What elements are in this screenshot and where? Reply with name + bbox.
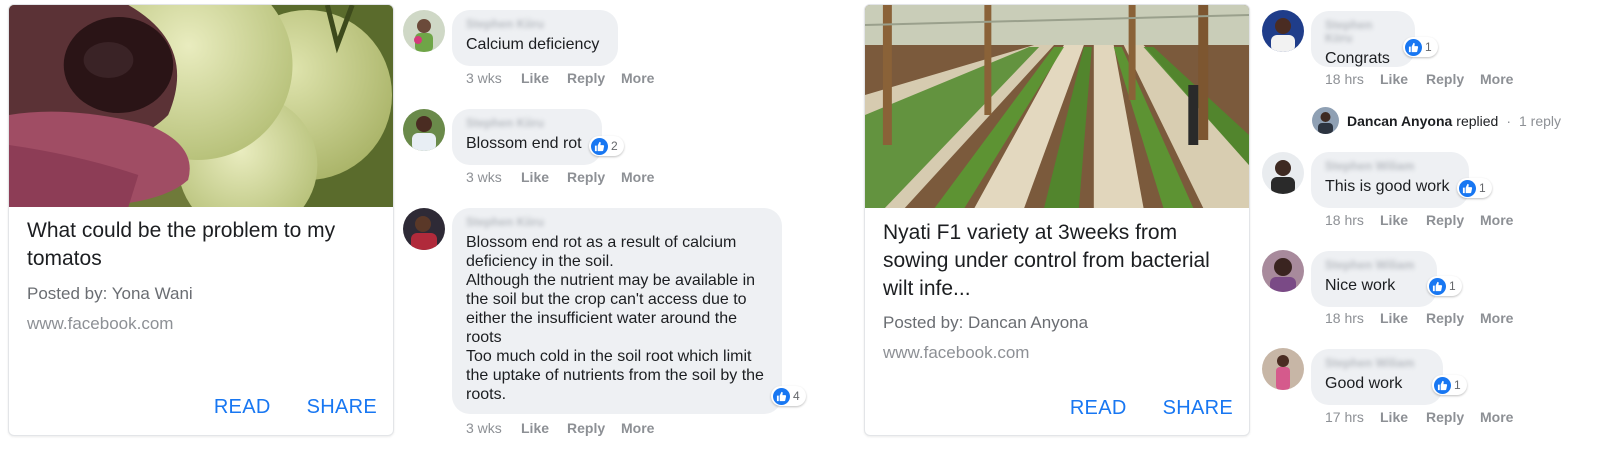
comment-text: Good work xyxy=(1325,375,1403,392)
comment-author[interactable]: Stephen Wiliam xyxy=(1325,357,1429,370)
comment-bubble: Stephen Kiiru Congrats xyxy=(1311,11,1415,67)
like-link[interactable]: Like xyxy=(521,70,567,86)
reply-author[interactable]: Dancan Anyona xyxy=(1347,113,1452,129)
comment-bubble: Stephen Wiliam Good work xyxy=(1311,349,1443,405)
reaction-count[interactable]: 1 xyxy=(1457,178,1492,198)
reply-link[interactable]: Reply xyxy=(1426,212,1480,228)
more-link[interactable]: More xyxy=(621,70,654,86)
like-link[interactable]: Like xyxy=(1380,212,1426,228)
comment-bubble: Stephen Kiiru Calcium deficiency xyxy=(452,10,618,66)
comment-time: 3 wks xyxy=(466,420,502,436)
reply-count[interactable]: 1 reply xyxy=(1519,113,1561,129)
comment-text: Blossom end rot xyxy=(466,135,582,152)
greenhouse-photo xyxy=(865,5,1249,208)
like-link[interactable]: Like xyxy=(1380,409,1426,425)
reaction-count[interactable]: 1 xyxy=(1403,37,1438,57)
comment-author[interactable]: Stephen Kiiru xyxy=(466,18,604,31)
commenter-avatar[interactable] xyxy=(1262,10,1304,52)
reply-avatar[interactable] xyxy=(1312,107,1339,134)
reaction-number: 2 xyxy=(611,139,618,153)
comment-time: 3 wks xyxy=(466,169,502,185)
more-link[interactable]: More xyxy=(1480,409,1513,425)
reaction-number: 1 xyxy=(1425,40,1432,54)
post-domain: www.facebook.com xyxy=(883,343,1030,362)
reply-link[interactable]: Reply xyxy=(567,420,621,436)
read-button[interactable]: READ xyxy=(214,396,271,419)
commenter-avatar[interactable] xyxy=(403,208,445,250)
thumbs-up-icon xyxy=(773,387,790,405)
separator-dot: · xyxy=(1506,112,1511,129)
read-button[interactable]: READ xyxy=(1070,397,1127,420)
thumbs-up-icon xyxy=(1405,38,1422,56)
more-link[interactable]: More xyxy=(1480,212,1513,228)
reaction-number: 1 xyxy=(1454,378,1461,392)
post-title[interactable]: Nyati F1 variety at 3weeks from sowing u… xyxy=(883,219,1231,303)
reply-link[interactable]: Reply xyxy=(1426,310,1480,326)
comment-time: 17 hrs xyxy=(1325,409,1364,425)
reaction-number: 1 xyxy=(1449,279,1456,293)
commenter-avatar[interactable] xyxy=(1262,250,1304,292)
comment-bubble: Stephen Kiiru Blossom end rot xyxy=(452,109,602,165)
reaction-number: 4 xyxy=(793,389,800,403)
more-link[interactable]: More xyxy=(1480,310,1513,326)
reply-link[interactable]: Reply xyxy=(567,169,621,185)
commenter-avatar[interactable] xyxy=(403,109,445,151)
like-link[interactable]: Like xyxy=(521,169,567,185)
thumbs-up-icon xyxy=(1429,277,1446,295)
reply-thread[interactable]: Dancan Anyona replied · 1 reply xyxy=(1312,107,1561,134)
share-button[interactable]: SHARE xyxy=(1163,397,1233,420)
comment-bubble: Stephen Wiliam This is good work xyxy=(1311,152,1469,208)
comment-time: 18 hrs xyxy=(1325,212,1364,228)
post-domain: www.facebook.com xyxy=(27,314,174,333)
comment-author[interactable]: Stephen Wiliam xyxy=(1325,160,1455,173)
reply-link[interactable]: Reply xyxy=(567,70,621,86)
more-link[interactable]: More xyxy=(621,420,654,436)
thumbs-up-icon xyxy=(591,137,608,155)
reply-link[interactable]: Reply xyxy=(1426,71,1480,87)
comment-text: Nice work xyxy=(1325,277,1396,294)
comment-text: Blossom end rot as a result of calcium d… xyxy=(466,234,764,403)
comment-text: This is good work xyxy=(1325,178,1450,195)
comment-time: 3 wks xyxy=(466,70,502,86)
reply-link[interactable]: Reply xyxy=(1426,409,1480,425)
post-title[interactable]: What could be the problem to my tomatos xyxy=(27,217,375,273)
more-link[interactable]: More xyxy=(1480,71,1513,87)
like-link[interactable]: Like xyxy=(1380,71,1426,87)
comment-text: Calcium deficiency xyxy=(466,36,600,53)
comment-author[interactable]: Stephen Kiiru xyxy=(466,216,768,229)
tomato-photo xyxy=(9,5,393,207)
reaction-count[interactable]: 1 xyxy=(1427,276,1462,296)
comment-author[interactable]: Stephen Wiliam xyxy=(1325,259,1423,272)
reaction-count[interactable]: 4 xyxy=(771,386,806,406)
posted-by: Posted by: Yona Wani xyxy=(27,284,193,303)
like-link[interactable]: Like xyxy=(1380,310,1426,326)
comment-text: Congrats xyxy=(1325,50,1390,67)
reaction-count[interactable]: 1 xyxy=(1432,375,1467,395)
thumbs-up-icon xyxy=(1459,179,1476,197)
commenter-avatar[interactable] xyxy=(1262,152,1304,194)
thumbs-up-icon xyxy=(1434,376,1451,394)
reaction-count[interactable]: 2 xyxy=(589,136,624,156)
share-button[interactable]: SHARE xyxy=(307,396,377,419)
commenter-avatar[interactable] xyxy=(403,10,445,52)
posted-by: Posted by: Dancan Anyona xyxy=(883,313,1089,332)
comment-time: 18 hrs xyxy=(1325,71,1364,87)
post-card-nyati[interactable]: Nyati F1 variety at 3weeks from sowing u… xyxy=(864,4,1250,436)
comment-time: 18 hrs xyxy=(1325,310,1364,326)
comment-author[interactable]: Stephen Kiiru xyxy=(1325,19,1401,45)
comment-bubble: Stephen Kiiru Blossom end rot as a resul… xyxy=(452,208,782,414)
comment-author[interactable]: Stephen Kiiru xyxy=(466,117,588,130)
commenter-avatar[interactable] xyxy=(1262,348,1304,390)
reaction-number: 1 xyxy=(1479,181,1486,195)
replied-label: replied xyxy=(1456,112,1499,129)
more-link[interactable]: More xyxy=(621,169,654,185)
comment-bubble: Stephen Wiliam Nice work xyxy=(1311,251,1437,307)
like-link[interactable]: Like xyxy=(521,420,567,436)
post-card-tomato[interactable]: What could be the problem to my tomatos … xyxy=(8,4,394,436)
